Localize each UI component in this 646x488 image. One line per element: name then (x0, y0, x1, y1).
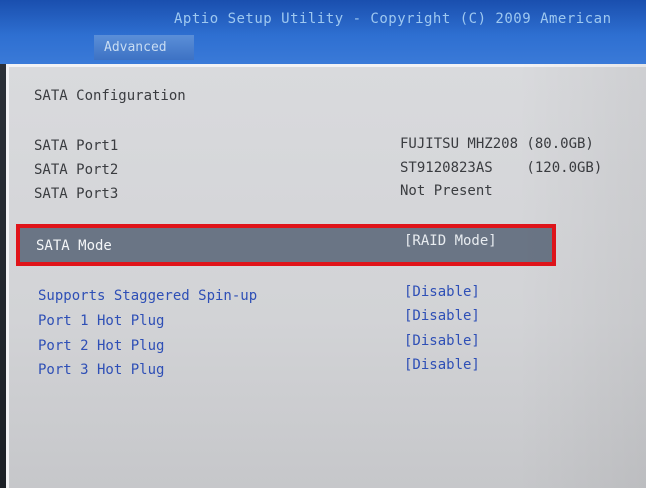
header-title: Aptio Setup Utility - Copyright (C) 2009… (174, 11, 612, 27)
sata-port1-value: FUJITSU MHZ208 (80.0GB) (400, 136, 594, 152)
main-panel (6, 64, 646, 488)
sata-port3-label: SATA Port3 (34, 186, 119, 202)
sata-mode-value[interactable]: [RAID Mode] (404, 233, 497, 249)
header-bar: Aptio Setup Utility - Copyright (C) 2009… (0, 0, 646, 64)
port1-hotplug-value[interactable]: [Disable] (404, 308, 480, 324)
staggered-spinup-value[interactable]: [Disable] (404, 284, 480, 300)
port2-hotplug-value[interactable]: [Disable] (404, 333, 480, 349)
sata-port2-value: ST9120823AS (120.0GB) (400, 160, 603, 176)
port1-hotplug-label[interactable]: Port 1 Hot Plug (38, 313, 164, 329)
tab-advanced[interactable]: Advanced (94, 35, 194, 60)
sata-mode-label: SATA Mode (36, 238, 112, 254)
sata-port3-value: Not Present (400, 183, 493, 199)
sata-port1-label: SATA Port1 (34, 138, 119, 154)
section-title: SATA Configuration (34, 88, 186, 104)
port3-hotplug-value[interactable]: [Disable] (404, 357, 480, 373)
port2-hotplug-label[interactable]: Port 2 Hot Plug (38, 338, 164, 354)
port3-hotplug-label[interactable]: Port 3 Hot Plug (38, 362, 164, 378)
staggered-spinup-label[interactable]: Supports Staggered Spin-up (38, 288, 257, 304)
sata-port2-label: SATA Port2 (34, 162, 119, 178)
